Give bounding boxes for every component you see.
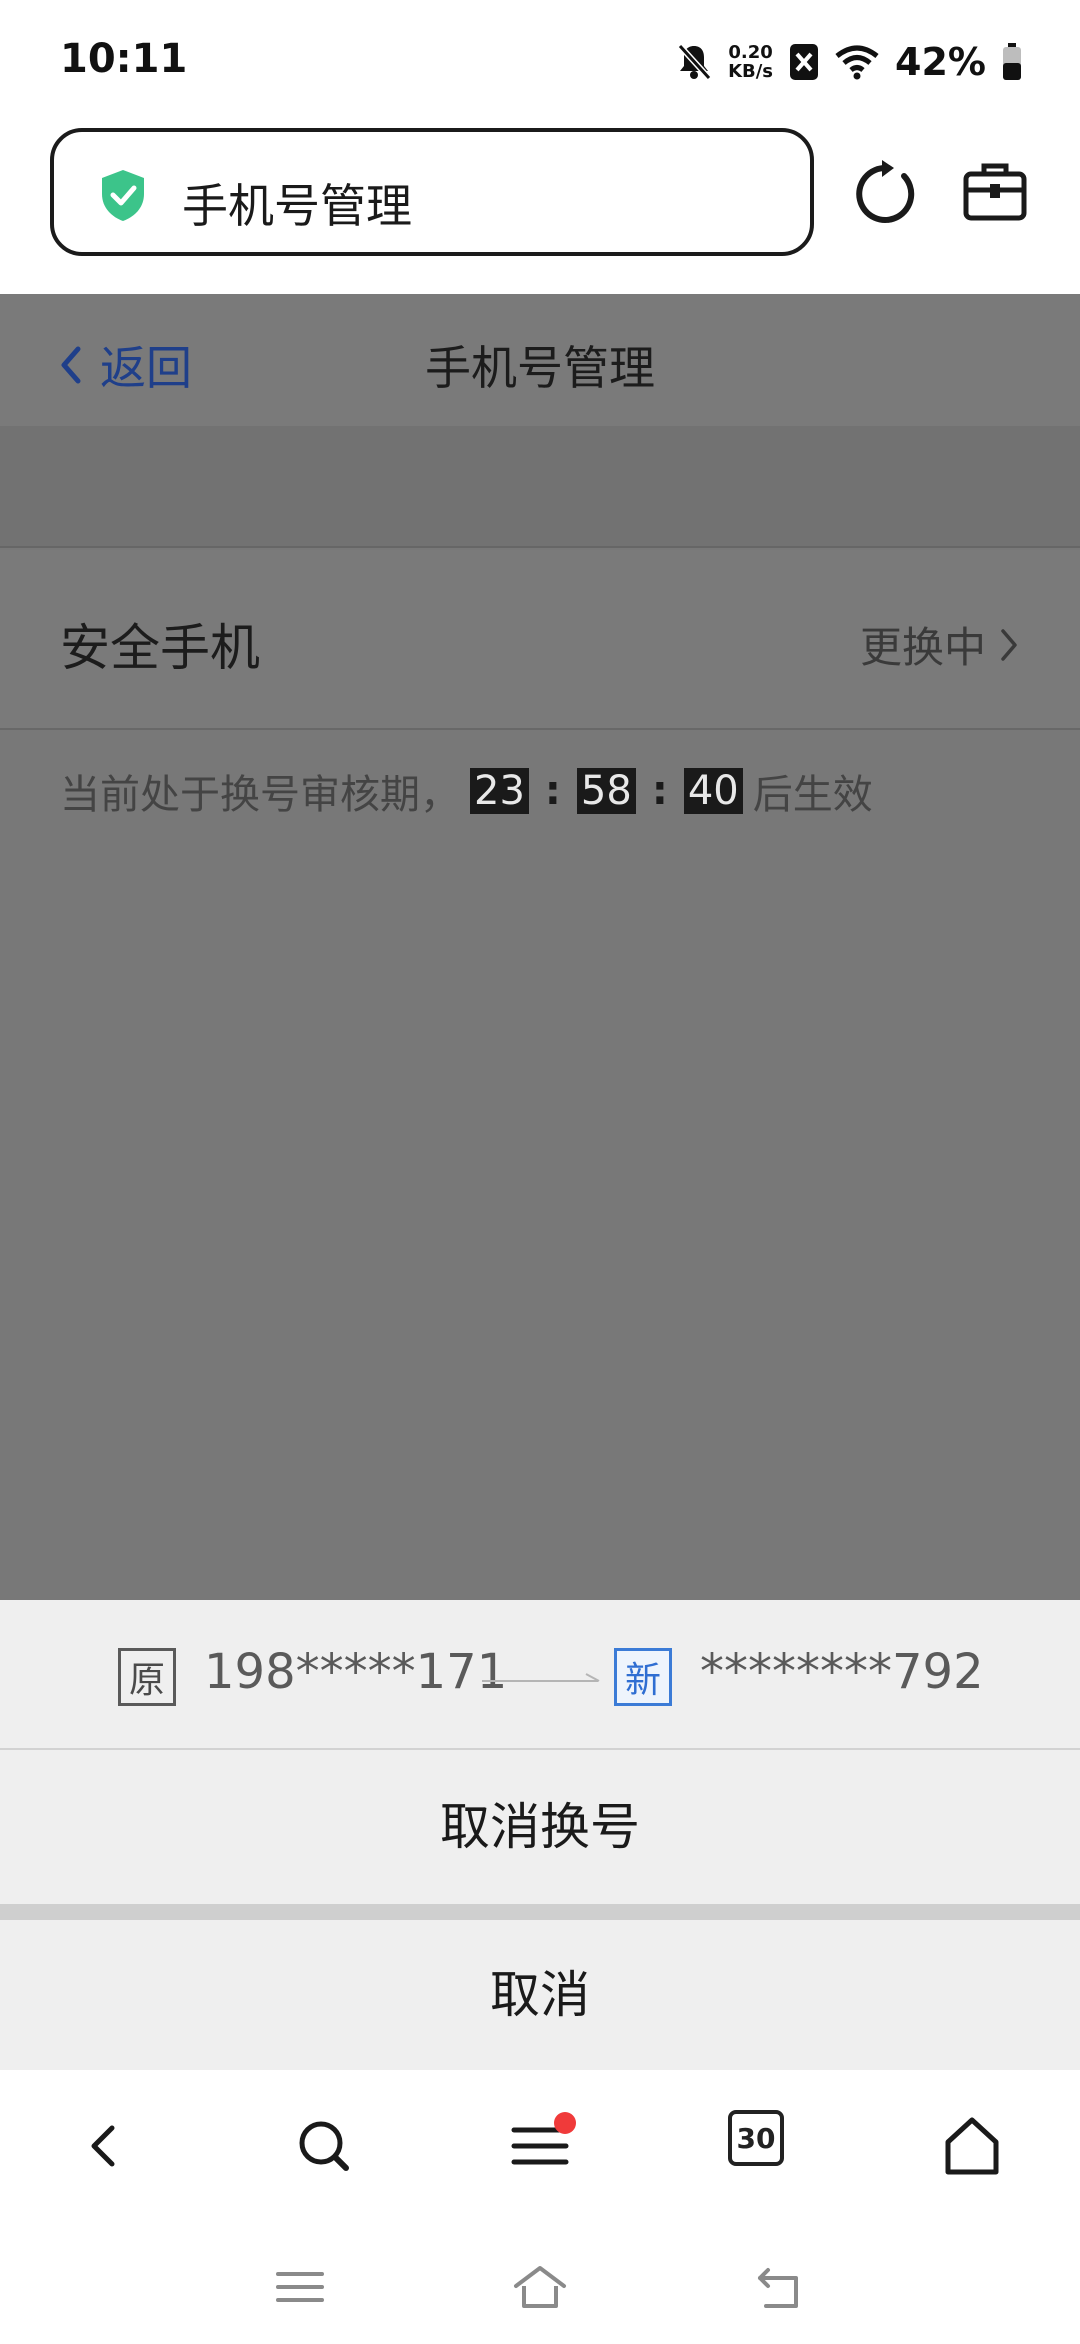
battery-percent: 42% [895, 40, 986, 84]
home-icon[interactable] [940, 2114, 1004, 2178]
countdown-separator: : [544, 768, 561, 814]
net-speed: 0.20 KB/s [728, 43, 773, 81]
number-change-info: 原 198*****171 新 ********792 [0, 1600, 1080, 1750]
action-sheet: 原 198*****171 新 ********792 取消换号 取消 [0, 1600, 1080, 2070]
system-back-icon[interactable] [752, 2262, 808, 2312]
section-spacer [0, 426, 1080, 548]
new-number: ********792 [700, 1644, 984, 1700]
old-number: 198*****171 [204, 1644, 508, 1700]
recent-apps-icon[interactable] [272, 2262, 328, 2312]
row-status-text: 更换中 [859, 623, 986, 672]
old-number-tag: 原 [118, 1648, 176, 1706]
address-bar[interactable]: 手机号管理 [50, 128, 814, 256]
status-icons: 0.20 KB/s 42% [676, 34, 1022, 90]
system-home-icon[interactable] [512, 2262, 568, 2312]
chevron-left-icon [61, 346, 81, 384]
page-header: 手机号管理 返回 [0, 294, 1080, 426]
toolbox-icon[interactable] [962, 160, 1028, 224]
wifi-icon [835, 45, 879, 80]
tabs-button[interactable]: 30 [728, 2110, 784, 2166]
arrow-right-icon [482, 1673, 600, 1682]
system-nav-bar [0, 2220, 1080, 2344]
net-speed-unit: KB/s [728, 61, 774, 82]
notice-suffix: 后生效 [752, 772, 873, 818]
security-phone-row[interactable]: 安全手机 更换中 [0, 550, 1080, 730]
notice-prefix: 当前处于换号审核期， [60, 772, 460, 818]
new-number-tag: 新 [614, 1648, 672, 1706]
search-icon[interactable] [292, 2114, 356, 2178]
reload-icon[interactable] [856, 158, 920, 228]
review-notice: 当前处于换号审核期， 23 : 58 : 40 后生效 [60, 762, 873, 820]
page-content: 手机号管理 返回 安全手机 更换中 当前处于换号审核期， 23 : 58 : 4… [0, 294, 1080, 1600]
browser-bottom-nav: 30 [0, 2070, 1080, 2220]
security-shield-icon [102, 170, 144, 221]
status-time: 10:11 [60, 36, 188, 82]
back-label: 返回 [100, 341, 192, 395]
security-phone-label: 安全手机 [60, 619, 260, 677]
battery-icon [1003, 43, 1021, 80]
notification-dot [554, 2112, 576, 2134]
browser-toolbar: 手机号管理 [0, 122, 1080, 294]
address-bar-title: 手机号管理 [182, 179, 412, 233]
countdown-seconds: 40 [683, 768, 743, 814]
cancel-number-change-button[interactable]: 取消换号 [0, 1752, 1080, 1902]
countdown-minutes: 58 [576, 768, 636, 814]
sheet-divider [0, 1904, 1080, 1920]
back-button[interactable]: 返回 [58, 332, 192, 398]
countdown-separator: : [651, 768, 668, 814]
countdown-hours: 23 [470, 768, 529, 814]
security-phone-status: 更换中 [860, 614, 1018, 675]
mute-bell-icon [677, 43, 712, 81]
cancel-button[interactable]: 取消 [0, 1920, 1080, 2070]
back-arrow-icon[interactable] [74, 2114, 138, 2178]
chevron-right-icon [1001, 628, 1017, 661]
net-speed-value: 0.20 [728, 42, 773, 63]
status-bar: 10:11 0.20 KB/s 42% [0, 0, 1080, 122]
sim-blocked-icon [790, 44, 819, 80]
